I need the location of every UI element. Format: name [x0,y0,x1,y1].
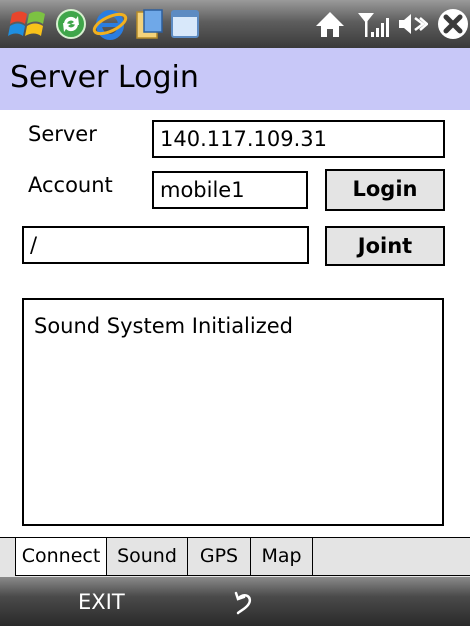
account-label: Account [28,173,113,197]
home-icon[interactable] [314,6,346,42]
log-output[interactable]: Sound System Initialized [22,298,444,526]
signal-strength-icon[interactable] [356,6,390,42]
window-icon[interactable] [170,6,200,42]
back-arrow-icon[interactable] [230,589,256,615]
tab-map[interactable]: Map [251,538,313,576]
log-text: Sound System Initialized [34,314,294,338]
status-bar [0,0,470,48]
path-input[interactable]: / [22,226,309,264]
softkey-bar: EXIT [0,577,470,626]
tab-connect[interactable]: Connect [15,538,107,576]
exit-softkey[interactable]: EXIT [78,590,125,614]
joint-button[interactable]: Joint [325,226,445,266]
login-button[interactable]: Login [325,169,445,211]
title-bar: Server Login [0,48,470,110]
tab-gps[interactable]: GPS [188,538,251,576]
server-input[interactable]: 140.117.109.31 [152,120,445,158]
tab-sound[interactable]: Sound [107,538,188,576]
page-title: Server Login [10,60,199,95]
close-icon[interactable] [436,6,470,42]
tab-strip: Connect Sound GPS Map [0,537,470,577]
internet-explorer-icon[interactable] [92,6,128,42]
account-input[interactable]: mobile1 [152,171,308,209]
folder-icon[interactable] [134,6,164,42]
windows-start-icon[interactable] [8,6,48,42]
server-label: Server [28,122,97,146]
sync-icon[interactable] [54,6,88,42]
tab-strip-filler [313,538,470,576]
volume-icon[interactable] [396,6,428,42]
